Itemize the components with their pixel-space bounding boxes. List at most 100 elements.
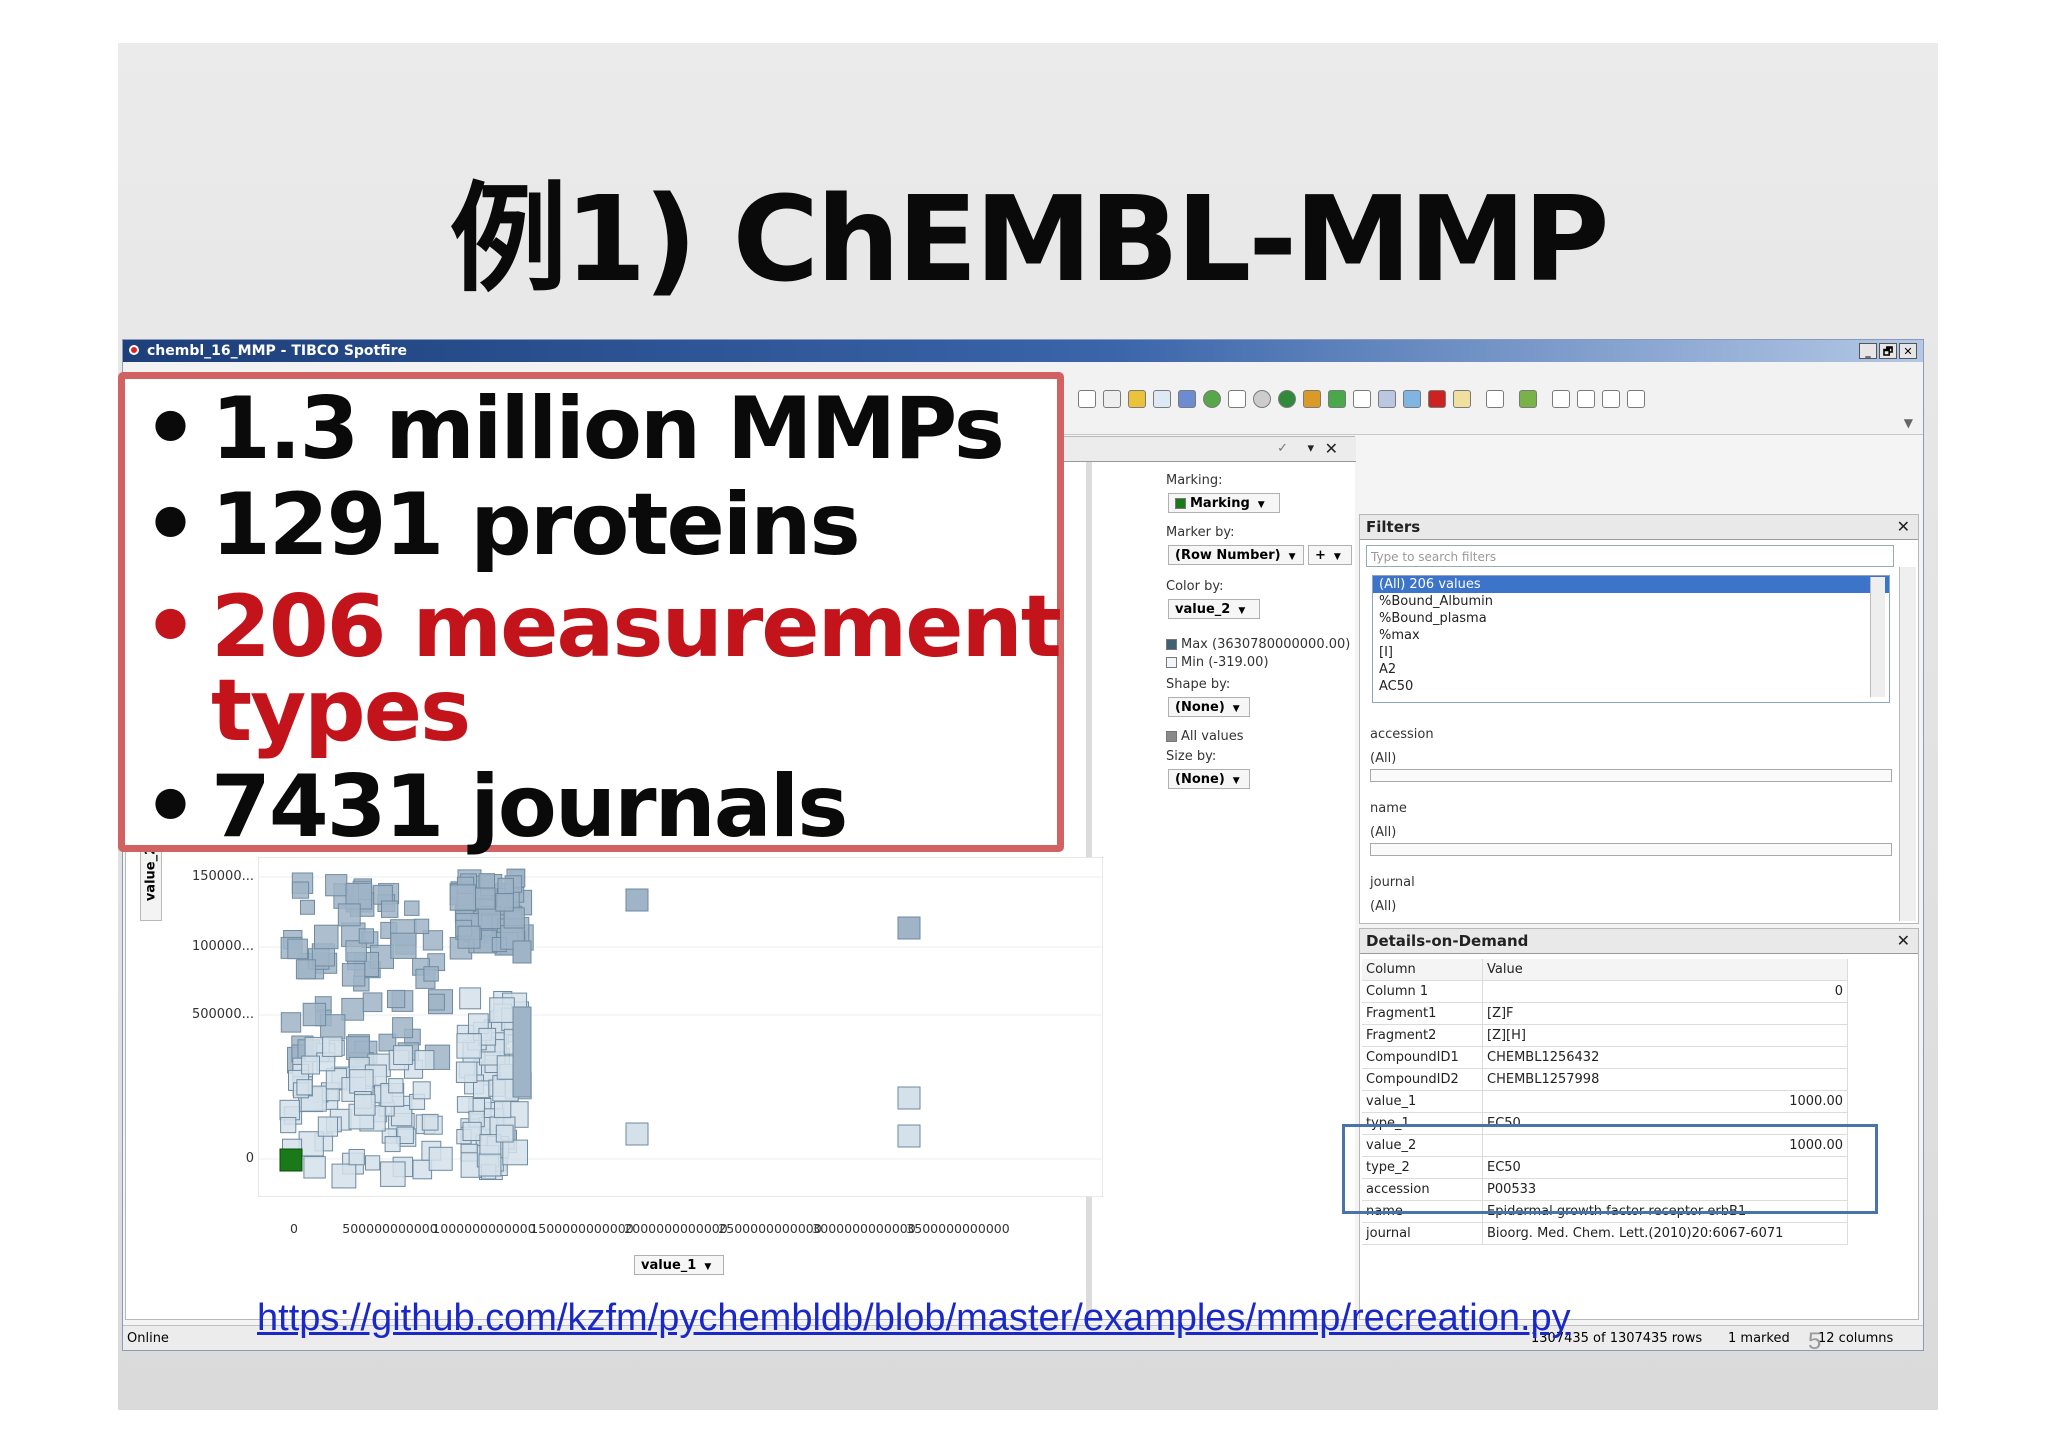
layout-side-icon[interactable]	[1577, 390, 1595, 408]
scatter-marker[interactable]	[349, 1069, 374, 1094]
scatter-marker[interactable]	[421, 1113, 439, 1131]
filter-list-item[interactable]: (All) 206 values	[1373, 576, 1889, 593]
combination-chart-icon[interactable]	[1178, 390, 1196, 408]
scatter-marker[interactable]	[345, 940, 367, 962]
scatter-marker[interactable]	[279, 1099, 300, 1121]
summary-table-icon[interactable]	[1378, 390, 1396, 408]
filter-search-input[interactable]: Type to search filters	[1366, 545, 1894, 567]
heat-map-icon[interactable]	[1328, 390, 1346, 408]
scatter-marker[interactable]	[897, 916, 921, 940]
scatter-marker[interactable]	[295, 959, 316, 980]
marked-scatter-marker[interactable]	[279, 1148, 303, 1172]
filter-list-scrollbar[interactable]	[1870, 577, 1885, 697]
text-area-icon[interactable]	[1486, 390, 1504, 408]
scatter-marker[interactable]	[381, 900, 399, 918]
data-function-icon[interactable]	[1519, 390, 1537, 408]
bar-chart-icon[interactable]	[1128, 390, 1146, 408]
scatter-marker[interactable]	[325, 874, 348, 897]
scatter-marker[interactable]	[478, 873, 495, 890]
scatter-marker[interactable]	[404, 900, 420, 916]
scatter-marker[interactable]	[346, 1036, 370, 1060]
scatter-marker[interactable]	[414, 1050, 435, 1071]
scatter-marker[interactable]	[362, 992, 383, 1013]
3d-scatter-icon[interactable]	[1253, 390, 1271, 408]
scatter-marker[interactable]	[354, 1094, 376, 1116]
parallel-coordinates-icon[interactable]	[1353, 390, 1371, 408]
scatter-marker[interactable]	[365, 1155, 381, 1171]
minimize-button[interactable]: _	[1859, 343, 1877, 359]
scatter-marker[interactable]	[897, 1124, 921, 1148]
scatter-marker[interactable]	[412, 1081, 431, 1100]
color-by-dropdown[interactable]: value_2 ▼	[1168, 599, 1260, 619]
scatter-marker[interactable]	[428, 993, 445, 1011]
scatter-marker[interactable]	[473, 1080, 491, 1099]
dod-row[interactable]: Fragment1 [Z]F	[1362, 1002, 1848, 1025]
dod-row[interactable]: CompoundID2 CHEMBL1257998	[1362, 1068, 1848, 1091]
scatter-marker[interactable]	[625, 1122, 649, 1146]
x-axis-selector[interactable]: value_1 ▼	[634, 1255, 724, 1275]
box-plot-icon[interactable]	[1403, 390, 1421, 408]
maximize-visual-icon[interactable]	[1627, 390, 1645, 408]
pie-chart-icon[interactable]	[1203, 390, 1221, 408]
type-filter-list[interactable]: (All) 206 values %Bound_Albumin %Bound_pla…	[1372, 575, 1890, 703]
cross-table-icon[interactable]	[1103, 390, 1121, 408]
scatter-marker[interactable]	[380, 1161, 406, 1187]
scatter-marker[interactable]	[625, 888, 649, 912]
scatter-marker[interactable]	[302, 1002, 327, 1027]
marker-by-add-dropdown[interactable]: + ▼	[1308, 545, 1352, 565]
layout-stack-icon[interactable]	[1602, 390, 1620, 408]
filter-list-item[interactable]: %Bound_plasma	[1373, 610, 1889, 627]
dod-close-icon[interactable]: ✕	[1897, 929, 1910, 953]
scatter-marker[interactable]	[337, 903, 361, 927]
size-by-dropdown[interactable]: (None) ▼	[1168, 769, 1250, 789]
map-chart-icon[interactable]	[1278, 390, 1296, 408]
filter-accession-slider[interactable]	[1370, 769, 1892, 782]
toolbar-overflow-icon[interactable]: ▼	[1904, 416, 1913, 430]
scatter-marker[interactable]	[392, 1017, 414, 1039]
scatter-marker[interactable]	[291, 881, 310, 899]
scatter-marker[interactable]	[301, 1055, 320, 1075]
scatter-marker[interactable]	[387, 989, 406, 1009]
scatter-marker[interactable]	[459, 987, 482, 1010]
close-button[interactable]: ✕	[1899, 343, 1917, 359]
scatter-marker[interactable]	[331, 1163, 357, 1189]
scatter-marker[interactable]	[358, 928, 374, 944]
marking-dropdown[interactable]: Marking ▼	[1168, 493, 1280, 513]
scatter-marker[interactable]	[897, 1086, 921, 1110]
scatter-marker[interactable]	[423, 966, 439, 982]
source-url-link[interactable]: https://github.com/kzfm/pychembldb/blob/…	[257, 1297, 1571, 1340]
scatter-marker[interactable]	[462, 1121, 482, 1141]
layout-tile-icon[interactable]	[1552, 390, 1570, 408]
scatter-marker[interactable]	[495, 1124, 514, 1143]
scatter-marker[interactable]	[495, 893, 514, 912]
dod-row[interactable]: Fragment2 [Z][H]	[1362, 1024, 1848, 1047]
scatter-marker[interactable]	[413, 918, 430, 935]
marker-by-dropdown[interactable]: (Row Number) ▼	[1168, 545, 1304, 565]
scatter-marker[interactable]	[314, 924, 339, 950]
scatter-marker[interactable]	[456, 1033, 482, 1059]
filters-scrollbar[interactable]	[1899, 567, 1916, 921]
scatter-marker[interactable]	[287, 938, 308, 960]
scatter-marker[interactable]	[455, 1061, 478, 1083]
properties-close-icon[interactable]: ✕	[1325, 437, 1338, 461]
filter-list-item[interactable]: %Bound_Albumin	[1373, 593, 1889, 610]
properties-check-icon[interactable]: ✓	[1277, 437, 1288, 461]
scatter-marker[interactable]	[393, 1045, 413, 1065]
line-chart-icon[interactable]	[1153, 390, 1171, 408]
scatter-marker[interactable]	[348, 1149, 365, 1166]
scatter-marker[interactable]	[494, 1100, 512, 1119]
network-icon[interactable]	[1453, 390, 1471, 408]
scatter-marker[interactable]	[428, 1146, 453, 1171]
scatter-marker[interactable]	[280, 1117, 297, 1134]
dod-row[interactable]: Column 10	[1362, 980, 1848, 1003]
scatter-marker[interactable]	[478, 1153, 502, 1177]
window-titlebar[interactable]: chembl_16_MMP - TIBCO Spotfire _ 🗗 ✕	[123, 340, 1923, 362]
dod-row[interactable]: CompoundID1 CHEMBL1256432	[1362, 1046, 1848, 1069]
restore-button[interactable]: 🗗	[1879, 343, 1897, 359]
filter-list-item[interactable]: %max	[1373, 627, 1889, 644]
properties-collapse-icon[interactable]: ▾	[1307, 437, 1314, 461]
table-icon[interactable]	[1078, 390, 1096, 408]
scatter-marker[interactable]	[512, 940, 532, 964]
scatter-marker[interactable]	[388, 1078, 404, 1094]
scatter-plot[interactable]	[258, 857, 1103, 1197]
